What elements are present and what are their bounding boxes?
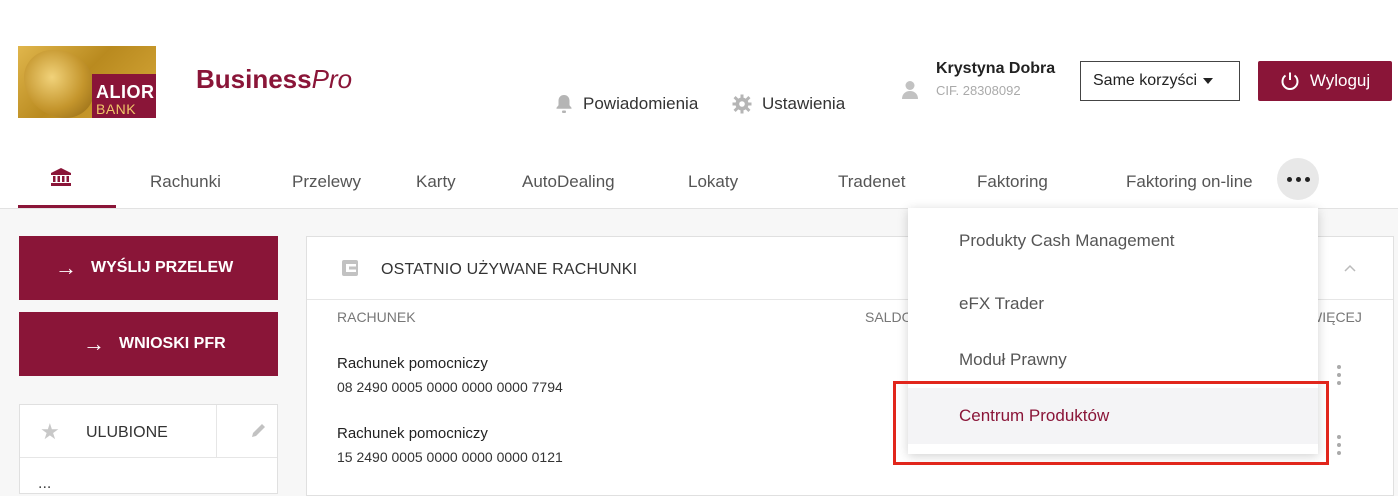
settings-label: Ustawienia: [762, 94, 846, 113]
more-dot: [1295, 176, 1301, 182]
wallet-icon: [342, 260, 358, 276]
brand-italic: Pro: [311, 64, 353, 94]
account-name[interactable]: Rachunek pomocniczy: [337, 425, 488, 442]
brand-bold: Business: [196, 64, 312, 94]
power-icon: [1281, 72, 1299, 90]
card-title: OSTATNIO UŻYWANE RACHUNKI: [381, 261, 638, 278]
nav-tab-lokaty[interactable]: Lokaty: [688, 172, 738, 192]
profile-select[interactable]: Same korzyści: [1080, 61, 1240, 101]
profile-select-value: Same korzyści: [1093, 72, 1198, 89]
logout-label: Wyloguj: [1309, 71, 1371, 90]
menu-item-cash-management[interactable]: Produkty Cash Management: [908, 213, 1318, 269]
favorites-label: ULUBIONE: [86, 424, 168, 441]
more-dots-icon: [1286, 176, 1292, 182]
star-icon: ★: [40, 419, 60, 444]
top-strip: [0, 0, 1398, 14]
nav-more-button[interactable]: [1277, 158, 1319, 200]
logo-emblem: [24, 50, 94, 118]
menu-item-legal-module[interactable]: Moduł Prawny: [908, 332, 1318, 388]
logo-name-line2: BANK: [96, 101, 137, 117]
pfr-requests-button[interactable]: → WNIOSKI PFR: [19, 312, 278, 376]
brand-title: BusinessPro: [196, 64, 352, 95]
send-transfer-button[interactable]: → WYŚLIJ PRZELEW: [19, 236, 278, 300]
user-cif: CIF. 28308092: [936, 83, 1021, 98]
arrow-right-icon: →: [83, 331, 105, 356]
caret-down-icon: [1203, 78, 1214, 84]
nav-tab-karty[interactable]: Karty: [416, 172, 456, 192]
chevron-up-icon[interactable]: [1343, 263, 1357, 273]
account-number: 15 2490 0005 0000 0000 0000 0121: [337, 449, 563, 465]
pencil-icon[interactable]: [250, 421, 268, 439]
user-icon: [902, 81, 918, 99]
user-name: Krystyna Dobra: [936, 60, 1056, 77]
highlight-box: [893, 381, 1329, 465]
column-header-balance: SALDO: [865, 309, 913, 325]
notifications-link[interactable]: Powiadomienia: [555, 94, 698, 114]
bell-icon: [556, 95, 572, 113]
bank-icon: [51, 168, 71, 186]
account-number: 08 2490 0005 0000 0000 0000 7794: [337, 379, 563, 395]
kebab-menu-icon[interactable]: [1337, 365, 1341, 389]
gear-icon: [732, 94, 752, 114]
alior-bank-logo[interactable]: ALIOR BANK: [18, 46, 156, 118]
more-dot: [1304, 176, 1310, 182]
logo-name-line1: ALIOR: [96, 82, 155, 102]
favorites-item-partial[interactable]: ...: [38, 475, 51, 493]
arrow-right-icon: →: [55, 255, 77, 280]
nav-home-tab[interactable]: [18, 166, 116, 208]
favorites-header: ★ ULUBIONE: [20, 405, 277, 458]
divider: [216, 405, 217, 457]
active-tab-underline: [18, 205, 116, 208]
menu-item-efx-trader[interactable]: eFX Trader: [908, 276, 1318, 332]
logout-button[interactable]: Wyloguj: [1258, 61, 1392, 101]
send-transfer-label: WYŚLIJ PRZELEW: [91, 259, 234, 276]
nav-tab-tradenet[interactable]: Tradenet: [838, 172, 905, 192]
nav-tab-faktoring[interactable]: Faktoring: [977, 172, 1048, 192]
nav-tab-przelewy[interactable]: Przelewy: [292, 172, 361, 192]
account-name[interactable]: Rachunek pomocniczy: [337, 355, 488, 372]
notifications-label: Powiadomienia: [583, 94, 699, 113]
settings-link[interactable]: Ustawienia: [732, 94, 845, 114]
kebab-menu-icon[interactable]: [1337, 435, 1341, 459]
favorites-panel: ★ ULUBIONE ...: [19, 404, 278, 494]
nav-tab-autodealing[interactable]: AutoDealing: [522, 172, 615, 192]
pfr-requests-label: WNIOSKI PFR: [119, 335, 226, 352]
column-header-account: RACHUNEK: [337, 309, 416, 325]
nav-tab-rachunki[interactable]: Rachunki: [150, 172, 221, 192]
nav-tab-faktoring-online[interactable]: Faktoring on-line: [1126, 172, 1253, 192]
